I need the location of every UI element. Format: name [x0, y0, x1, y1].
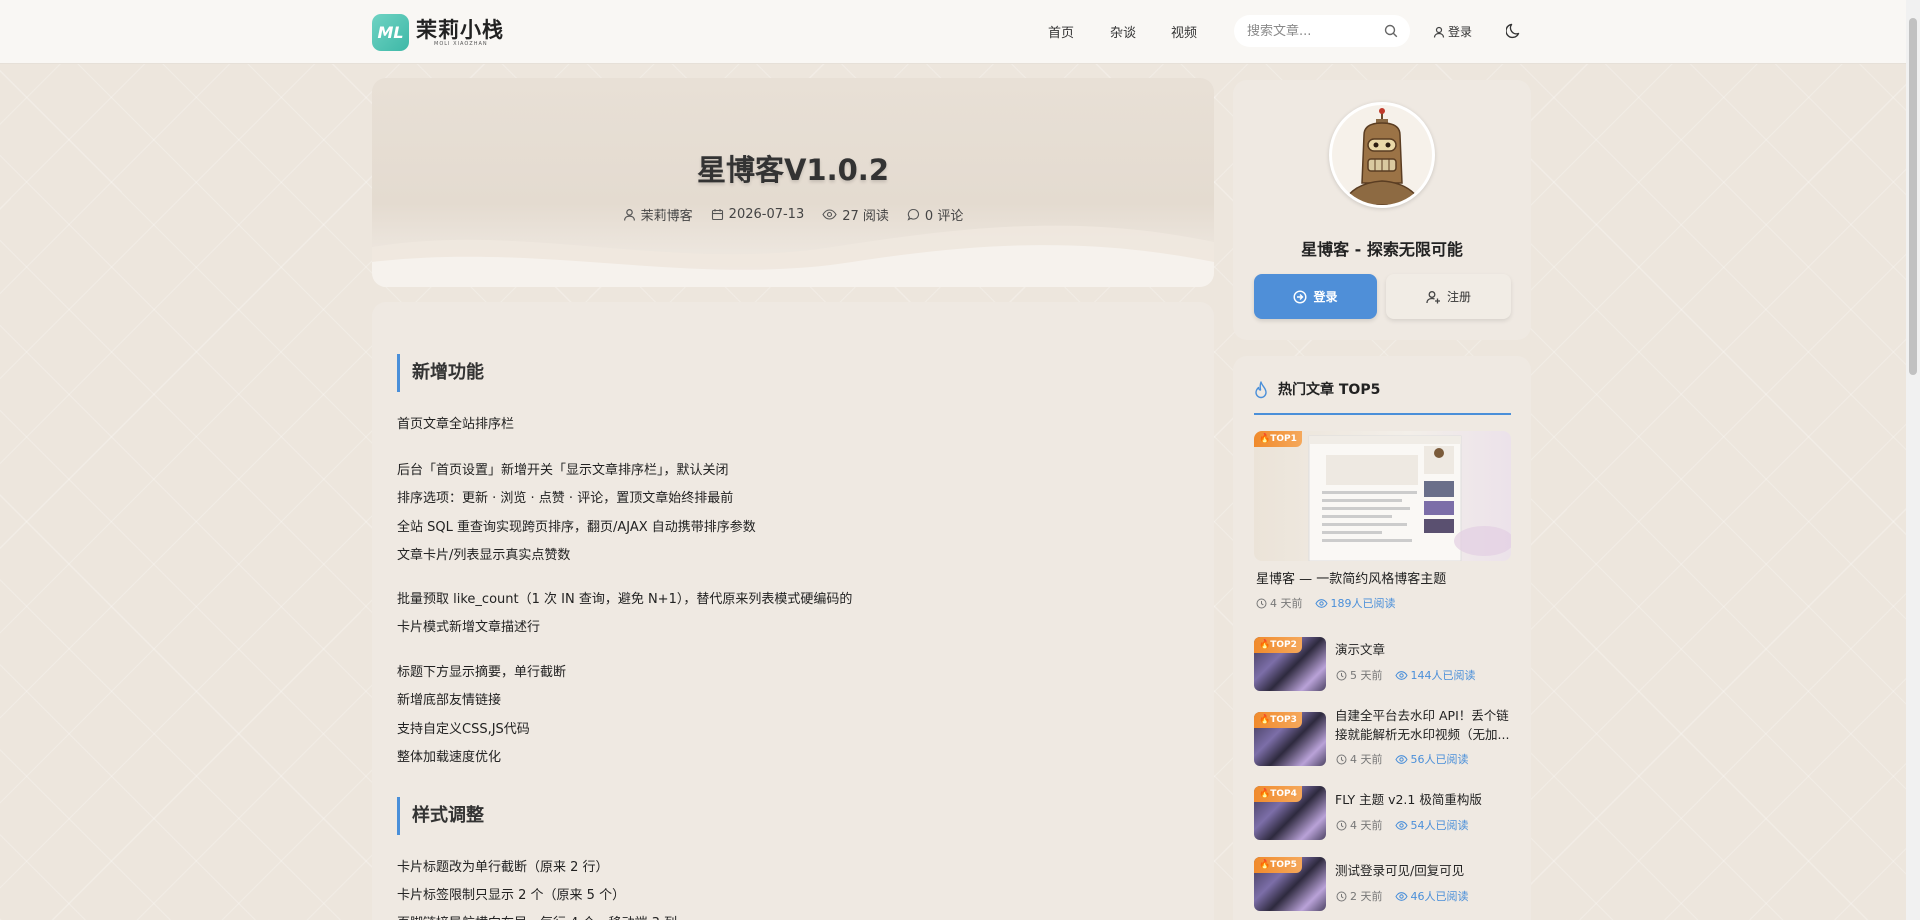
fire-icon: 🔥 [1259, 434, 1271, 444]
content-line: 首页文章全站排序栏 [397, 417, 515, 432]
content-line: 文章卡片/列表显示真实点赞数 [397, 548, 571, 563]
clock-icon [1256, 598, 1267, 608]
sidebar-login-button[interactable]: 登录 [1254, 274, 1377, 319]
content-line: 标题下方显示摘要，单行截断 [397, 665, 567, 680]
nav-talk[interactable]: 杂谈 [1110, 22, 1136, 41]
nav-video[interactable]: 视频 [1171, 22, 1197, 41]
robot-avatar-image [1341, 108, 1423, 205]
screenshot-thumbnail [1308, 435, 1511, 561]
hot-post-stats: 4 天前 54人已阅读 [1336, 817, 1469, 833]
eye-icon [822, 209, 837, 220]
content-line: 卡片标题改为单行截断（原来 2 行） [397, 860, 609, 875]
hot-post-title[interactable]: 自建全平台去水印 API！丢个链接就能解析无水印视频（无加... [1335, 706, 1515, 744]
post-meta: 茉莉博客 2026-07-13 27 阅读 0 评论 [372, 205, 1214, 224]
site-header: ML 茉莉小栈 MOLI XIAOZHAN 首页 杂谈 视频 登录 [0, 0, 1906, 64]
content-line: 整体加载速度优化 [397, 750, 502, 765]
hot-post-thumbnail[interactable]: 🔥 TOP3 [1254, 712, 1326, 766]
content-line: 支持自定义CSS,JS代码 [397, 722, 530, 737]
wave-decoration [372, 225, 1214, 287]
hot-post-stats: 4 天前 56人已阅读 [1336, 751, 1469, 767]
profile-card: 星博客 - 探索无限可能 登录 注册 [1233, 80, 1531, 340]
hot-post-thumbnail[interactable]: 🔥 TOP1 [1254, 431, 1511, 561]
rank-badge: 🔥 TOP5 [1254, 857, 1302, 873]
rank-badge: 🔥 TOP2 [1254, 637, 1302, 653]
rank-badge: 🔥 TOP4 [1254, 786, 1302, 802]
post-date: 2026-07-13 [711, 205, 804, 224]
hot-posts-card: 热门文章 TOP5 🔥 TOP1 星博客 — 一款简约风格博客主题 4 天前 18… [1233, 356, 1531, 920]
eye-icon [1394, 820, 1408, 830]
post-comments[interactable]: 0 评论 [907, 205, 963, 224]
fire-icon: 🔥 [1259, 860, 1271, 870]
hot-post-thumbnail[interactable]: 🔥 TOP4 [1254, 786, 1326, 840]
hot-posts-header: 热门文章 TOP5 [1254, 380, 1511, 415]
post-title: 星博客V1.0.2 [696, 153, 889, 187]
hot-post-stats: 4 天前 189人已阅读 [1256, 595, 1396, 611]
hot-post-stats: 2 天前 46人已阅读 [1336, 888, 1469, 904]
comment-icon [907, 208, 919, 221]
search-icon[interactable] [1384, 24, 1398, 38]
scrollbar-thumb[interactable] [1909, 18, 1917, 375]
content-line: 全站 SQL 重查询实现跨页排序，翻页/AJAX 自动携带排序参数 [397, 520, 756, 535]
login-icon [1293, 289, 1307, 304]
eye-icon [1394, 891, 1408, 901]
fire-icon: 🔥 [1259, 789, 1271, 799]
fire-icon [1255, 381, 1267, 399]
section-heading: 新增功能 [397, 354, 484, 392]
site-logo[interactable]: ML 茉莉小栈 MOLI XIAOZHAN [372, 14, 504, 51]
hot-post-title[interactable]: 星博客 — 一款简约风格博客主题 [1256, 568, 1446, 587]
eye-icon [1394, 754, 1408, 764]
hot-post-title[interactable]: FLY 主题 v2.1 极简重构版 [1335, 790, 1515, 809]
post-author[interactable]: 茉莉博客 [623, 205, 693, 224]
content-line: 卡片模式新增文章描述行 [397, 620, 541, 635]
header-login-label: 登录 [1448, 25, 1473, 39]
sidebar-register-button[interactable]: 注册 [1386, 274, 1511, 319]
header-login-link[interactable]: 登录 [1433, 23, 1472, 40]
moon-icon[interactable] [1506, 22, 1523, 39]
clock-icon [1336, 754, 1347, 764]
hot-post-title[interactable]: 测试登录可见/回复可见 [1335, 861, 1515, 880]
hot-post-thumbnail[interactable]: 🔥 TOP2 [1254, 637, 1326, 691]
search-box [1234, 15, 1410, 47]
page-scrollbar[interactable] [1906, 0, 1920, 920]
clock-icon [1336, 670, 1347, 680]
rank-badge: 🔥 TOP1 [1254, 431, 1302, 447]
content-line: 新增底部友情链接 [397, 693, 502, 708]
calendar-icon [711, 209, 723, 221]
section-heading: 样式调整 [397, 797, 484, 835]
fire-icon: 🔥 [1259, 640, 1271, 650]
content-line: 批量预取 like_count（1 次 IN 查询，避免 N+1），替代原来列表… [397, 592, 853, 607]
content-line: 排序选项：更新 · 浏览 · 点赞 · 评论，置顶文章始终排最前 [397, 491, 734, 506]
eye-icon [1314, 598, 1328, 608]
clock-icon [1336, 820, 1347, 830]
clock-icon [1336, 891, 1347, 901]
content-line: 卡片标签限制只显示 2 个（原来 5 个） [397, 888, 626, 903]
hot-posts-title: 热门文章 TOP5 [1278, 382, 1381, 398]
hot-post-thumbnail[interactable]: 🔥 TOP5 [1254, 857, 1326, 911]
logo-mark: ML [372, 14, 409, 51]
add-user-icon [1426, 290, 1440, 303]
user-icon [623, 209, 635, 221]
eye-icon [1394, 670, 1408, 680]
nav-home[interactable]: 首页 [1048, 22, 1074, 41]
fire-icon: 🔥 [1259, 715, 1271, 725]
hot-post-stats: 5 天前 144人已阅读 [1336, 667, 1476, 683]
rank-badge: 🔥 TOP3 [1254, 712, 1302, 728]
hot-post-title[interactable]: 演示文章 [1335, 640, 1515, 659]
post-views: 27 阅读 [822, 205, 889, 224]
avatar[interactable] [1329, 102, 1435, 208]
content-line: 后台「首页设置」新增开关「显示文章排序栏」，默认关闭 [397, 463, 729, 478]
user-icon [1433, 26, 1445, 38]
post-content: 新增功能 首页文章全站排序栏 后台「首页设置」新增开关「显示文章排序栏」，默认关… [372, 302, 1214, 920]
content-line: 页脚链接导航横向布局，每行 4 个，移动端 3 列 [397, 912, 677, 920]
site-name: 星博客 - 探索无限可能 [1301, 240, 1463, 259]
search-input[interactable] [1247, 23, 1377, 39]
post-header-card: 星博客V1.0.2 茉莉博客 2026-07-13 27 阅读 0 评论 [372, 78, 1214, 287]
logo-title: 茉莉小栈 [416, 17, 504, 42]
